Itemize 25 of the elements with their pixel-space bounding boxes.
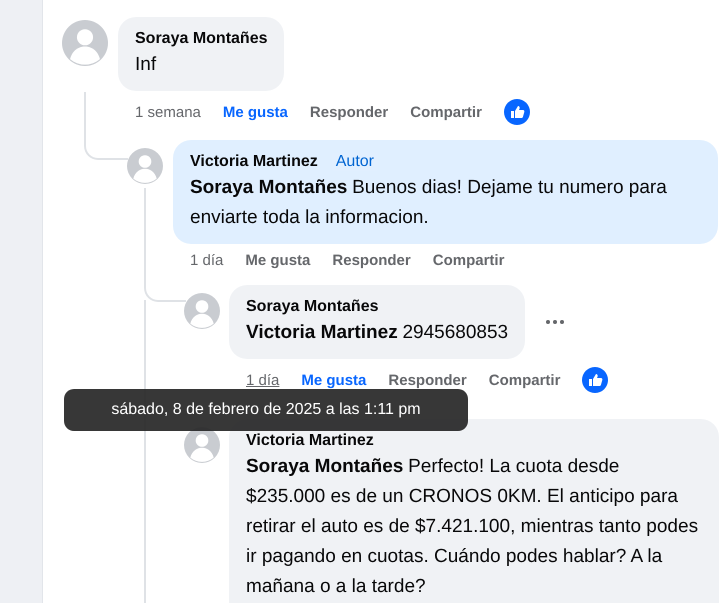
thumbs-up-icon[interactable] (582, 367, 608, 393)
action-link[interactable]: Responder (332, 252, 411, 269)
author-name[interactable]: Victoria Martinez (246, 430, 374, 452)
action-link[interactable]: Me gusta (222, 104, 288, 120)
thread-line (84, 92, 128, 160)
timestamp-link[interactable]: 1 día (190, 252, 224, 269)
action-link[interactable]: Me gusta (245, 252, 310, 269)
action-link[interactable]: Responder (310, 104, 388, 120)
thumbs-up-icon[interactable] (504, 99, 530, 125)
timestamp-link[interactable]: 1 semana (135, 104, 201, 120)
action-link[interactable]: Responder (388, 372, 467, 388)
more-icon[interactable] (545, 319, 566, 325)
action-link[interactable]: Compartir (410, 104, 482, 120)
author-name[interactable]: Soraya Montañes (246, 296, 378, 318)
action-link[interactable]: Me gusta (301, 372, 366, 388)
action-link[interactable]: Compartir (488, 372, 560, 388)
date-tooltip: sábado, 8 de febrero de 2025 a las 1:11 pm (64, 389, 468, 431)
comment-text: Inf (135, 53, 158, 77)
comment-text: Soraya Montañes Buenos dias! Dejame tu numero para enviarte toda la informacion. (190, 176, 668, 230)
action-link[interactable]: Compartir (432, 252, 504, 269)
comment-text: Soraya Montañes Perfecto! La cuota desde $235.000 es de un CRONOS 0KM. El anticipo para retirar el auto es de $7.421.100, mientras tanto podes ir pagando en cuotas. Cuándo podes hablar? A la mañana o a la tarde? (246, 455, 700, 599)
comment-text: Victoria Martinez 2945680853 (246, 321, 508, 345)
timestamp-link[interactable]: 1 día (246, 372, 280, 388)
author-name[interactable]: Victoria Martinez (190, 151, 318, 173)
author-name[interactable]: Soraya Montañes (135, 28, 268, 50)
